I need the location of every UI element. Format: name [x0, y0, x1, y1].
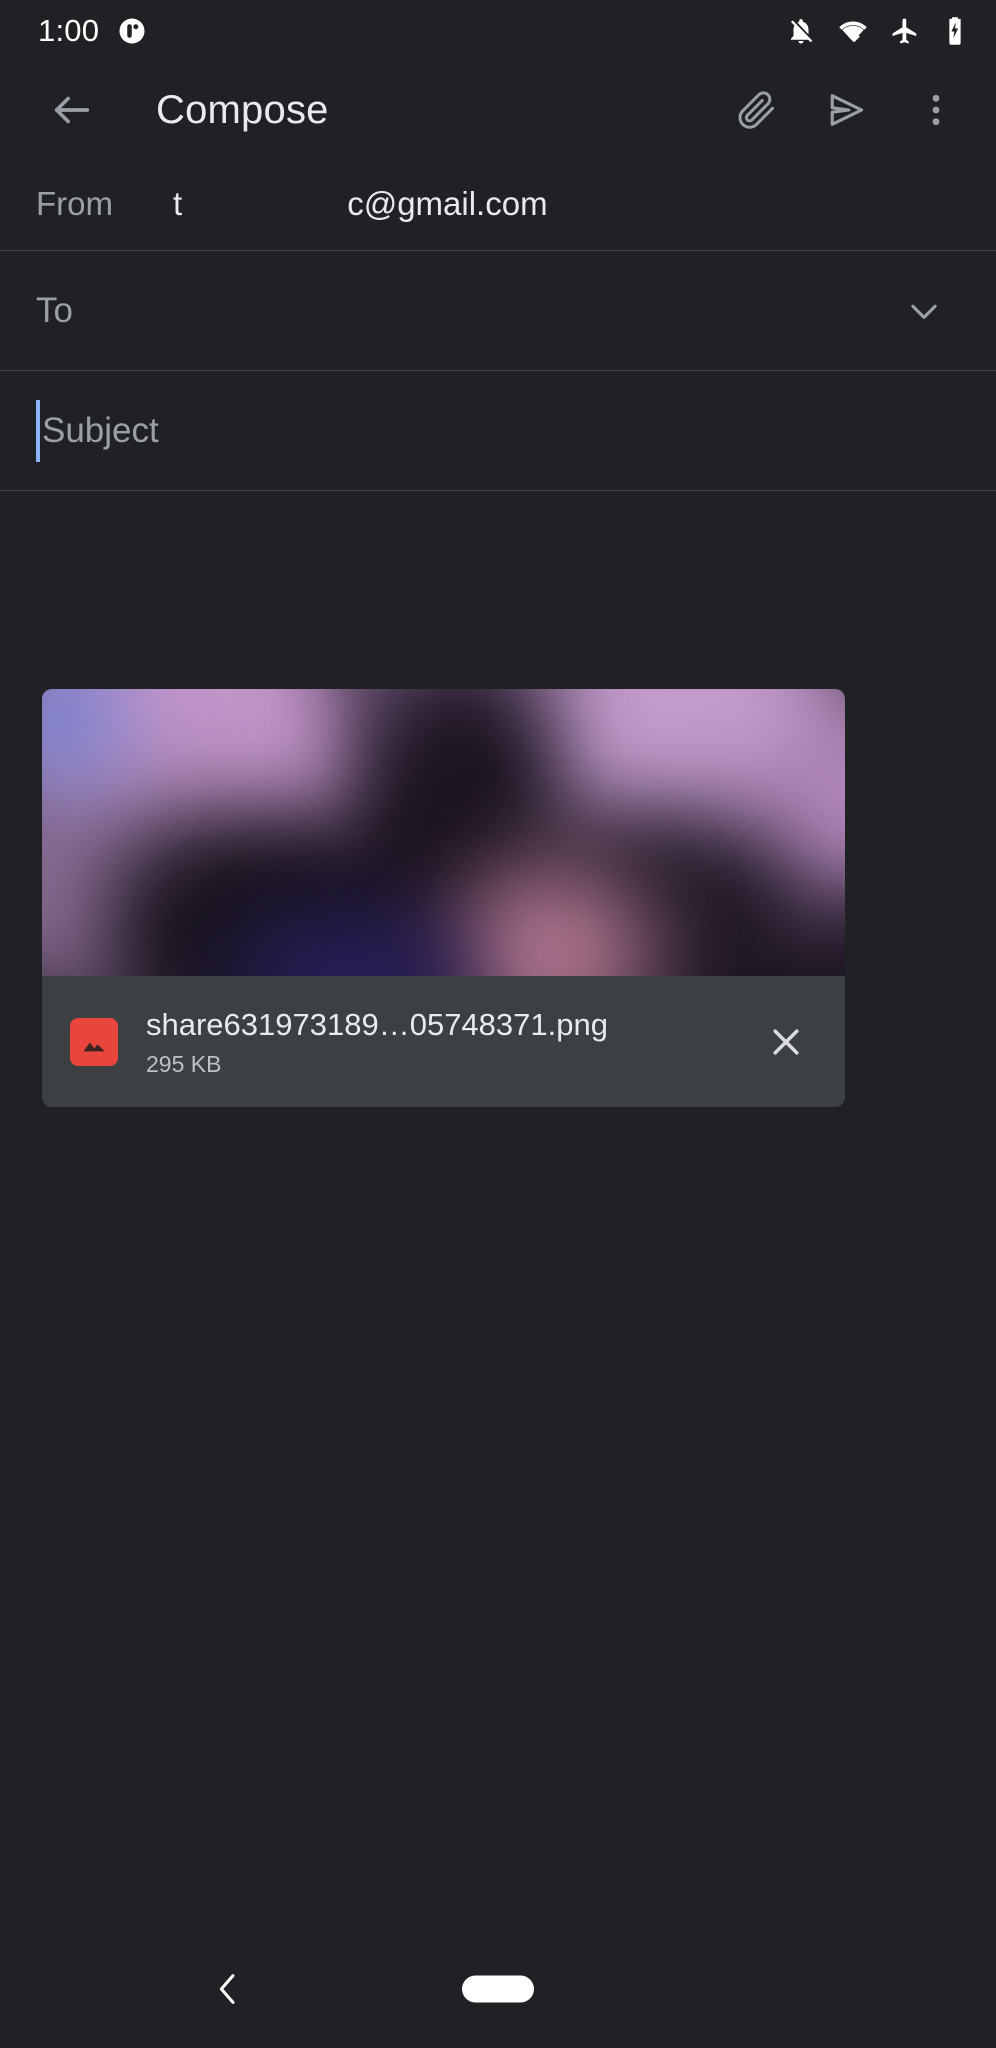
back-arrow-icon[interactable]: [36, 74, 108, 146]
attachment-info: share631973189…05748371.png 295 KB: [42, 976, 845, 1107]
system-navigation-bar: [0, 1930, 996, 2048]
attachment-thumbnail[interactable]: [42, 689, 845, 976]
status-bar: 1:00: [0, 0, 996, 62]
notifications-off-icon: [786, 16, 816, 46]
message-body-area[interactable]: share631973189…05748371.png 295 KB: [0, 491, 996, 1930]
attachment-card[interactable]: share631973189…05748371.png 295 KB: [42, 689, 845, 1107]
attachment-filename: share631973189…05748371.png: [146, 1007, 608, 1043]
subject-input[interactable]: Subject: [36, 399, 159, 462]
app-bar: Compose: [0, 62, 996, 158]
text-cursor: [36, 399, 40, 462]
app-notification-icon: [117, 16, 147, 46]
attach-icon[interactable]: [720, 74, 792, 146]
to-row[interactable]: To: [0, 251, 996, 371]
to-input-placeholder[interactable]: To: [36, 291, 73, 331]
subject-input-placeholder: Subject: [42, 410, 159, 450]
status-bar-left: 1:00: [38, 13, 147, 49]
app-bar-actions: [720, 74, 972, 146]
page-title: Compose: [156, 87, 329, 132]
from-label: From: [36, 185, 113, 222]
attachment-filesize: 295 KB: [146, 1050, 222, 1077]
status-bar-clock: 1:00: [38, 13, 100, 48]
close-icon[interactable]: [753, 1009, 819, 1075]
battery-charging-icon: [942, 16, 968, 46]
subject-row[interactable]: Subject: [0, 371, 996, 491]
wifi-icon: [838, 16, 868, 46]
send-icon[interactable]: [810, 74, 882, 146]
nav-back-icon[interactable]: [196, 1957, 260, 2021]
attachment-meta: share631973189…05748371.png 295 KB: [146, 1007, 743, 1076]
status-bar-right: [786, 16, 968, 46]
more-options-icon[interactable]: [900, 74, 972, 146]
from-row[interactable]: From t c@gmail.com: [0, 158, 996, 251]
image-file-icon: [70, 1017, 118, 1066]
compose-screen: 1:00 Compose From t c@gmail.com To Subje…: [0, 0, 996, 2048]
nav-home-pill[interactable]: [462, 1975, 534, 2003]
from-address: t c@gmail.com: [173, 185, 548, 222]
airplane-mode-icon: [890, 16, 920, 46]
chevron-down-icon[interactable]: [888, 275, 960, 347]
